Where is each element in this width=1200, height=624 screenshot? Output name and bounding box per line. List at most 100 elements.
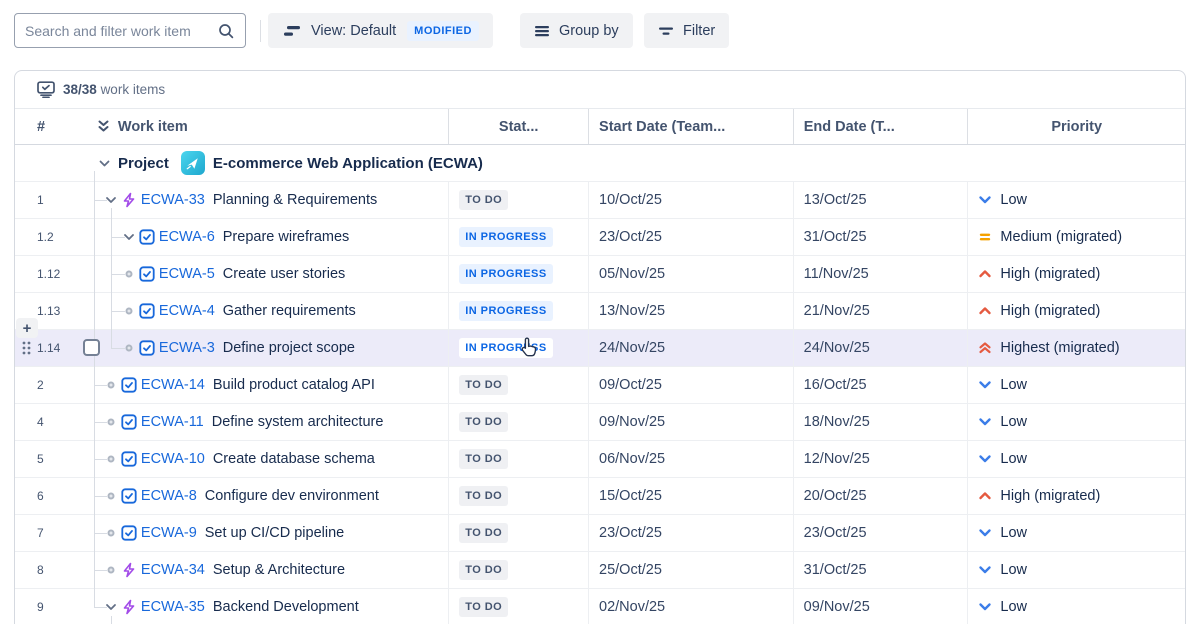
work-item-cell[interactable]: ECWA-35 Backend Development: [87, 589, 448, 624]
status-badge[interactable]: TO DO: [459, 375, 508, 395]
priority-cell[interactable]: Low: [967, 367, 1185, 403]
priority-cell[interactable]: Low: [967, 441, 1185, 477]
priority-cell[interactable]: Low: [967, 589, 1185, 624]
group-by-button[interactable]: Group by: [520, 13, 633, 48]
work-item-cell[interactable]: ECWA-34 Setup & Architecture: [87, 552, 448, 588]
work-item-summary[interactable]: Build product catalog API: [213, 377, 375, 393]
end-date-cell[interactable]: 31/Oct/25: [793, 219, 968, 255]
end-date-cell[interactable]: 11/Nov/25: [793, 256, 968, 292]
end-date-cell[interactable]: 12/Nov/25: [793, 441, 968, 477]
start-date-cell[interactable]: 15/Oct/25: [588, 478, 793, 514]
work-item-summary[interactable]: Configure dev environment: [205, 488, 379, 504]
status-badge[interactable]: IN PROGRESS: [459, 338, 552, 358]
work-item-cell[interactable]: ECWA-11 Define system architecture: [87, 404, 448, 440]
status-cell[interactable]: TO DO: [448, 478, 588, 514]
work-item-key[interactable]: ECWA-5: [159, 266, 215, 282]
start-date-cell[interactable]: 23/Oct/25: [588, 219, 793, 255]
work-item-summary[interactable]: Create user stories: [223, 266, 346, 282]
start-date-cell[interactable]: 24/Nov/25: [588, 330, 793, 366]
add-work-item-button[interactable]: +: [16, 318, 38, 338]
column-header-end-date[interactable]: End Date (T...: [793, 109, 968, 144]
collapse-all-icon[interactable]: [97, 119, 110, 134]
search-input[interactable]: [25, 23, 217, 39]
expand-chevron-icon[interactable]: [103, 193, 118, 208]
status-badge[interactable]: IN PROGRESS: [459, 264, 552, 284]
end-date-cell[interactable]: 23/Oct/25: [793, 515, 968, 551]
status-badge[interactable]: TO DO: [459, 486, 508, 506]
status-cell[interactable]: TO DO: [448, 515, 588, 551]
priority-cell[interactable]: Low: [967, 515, 1185, 551]
status-cell[interactable]: IN PROGRESS: [448, 256, 588, 292]
project-group-row[interactable]: Project E-commerce Web Application (ECWA…: [15, 145, 1185, 182]
search-icon[interactable]: [217, 22, 235, 40]
work-item-cell[interactable]: ECWA-14 Build product catalog API: [87, 367, 448, 403]
work-item-cell[interactable]: ECWA-3 Define project scope: [87, 330, 448, 366]
work-item-key[interactable]: ECWA-33: [141, 192, 205, 208]
end-date-cell[interactable]: 21/Nov/25: [793, 293, 968, 329]
column-header-work-item[interactable]: Work item: [87, 109, 448, 144]
work-item-summary[interactable]: Prepare wireframes: [223, 229, 350, 245]
status-badge[interactable]: TO DO: [459, 449, 508, 469]
work-item-key[interactable]: ECWA-9: [141, 525, 197, 541]
start-date-cell[interactable]: 09/Oct/25: [588, 367, 793, 403]
start-date-cell[interactable]: 06/Nov/25: [588, 441, 793, 477]
work-item-summary[interactable]: Define system architecture: [212, 414, 384, 430]
end-date-cell[interactable]: 20/Oct/25: [793, 478, 968, 514]
status-cell[interactable]: TO DO: [448, 367, 588, 403]
priority-cell[interactable]: High (migrated): [967, 293, 1185, 329]
work-item-summary[interactable]: Setup & Architecture: [213, 562, 345, 578]
start-date-cell[interactable]: 05/Nov/25: [588, 256, 793, 292]
priority-cell[interactable]: Highest (migrated): [967, 330, 1185, 366]
view-settings-button[interactable]: View: Default MODIFIED: [268, 13, 493, 48]
drag-handle[interactable]: [21, 340, 32, 356]
work-item-key[interactable]: ECWA-11: [141, 414, 204, 430]
filter-button[interactable]: Filter: [644, 13, 729, 48]
search-box[interactable]: [14, 13, 246, 48]
status-cell[interactable]: TO DO: [448, 182, 588, 218]
status-cell[interactable]: IN PROGRESS: [448, 293, 588, 329]
row-select-checkbox[interactable]: [83, 339, 100, 356]
work-item-summary[interactable]: Define project scope: [223, 340, 355, 356]
status-cell[interactable]: TO DO: [448, 441, 588, 477]
work-item-summary[interactable]: Backend Development: [213, 599, 359, 615]
column-header-number[interactable]: #: [15, 109, 87, 144]
work-item-summary[interactable]: Set up CI/CD pipeline: [205, 525, 344, 541]
priority-cell[interactable]: High (migrated): [967, 256, 1185, 292]
work-item-key[interactable]: ECWA-10: [141, 451, 205, 467]
start-date-cell[interactable]: 09/Nov/25: [588, 404, 793, 440]
end-date-cell[interactable]: 31/Oct/25: [793, 552, 968, 588]
work-item-key[interactable]: ECWA-34: [141, 562, 205, 578]
priority-cell[interactable]: Medium (migrated): [967, 219, 1185, 255]
status-cell[interactable]: TO DO: [448, 404, 588, 440]
work-item-cell[interactable]: ECWA-5 Create user stories: [87, 256, 448, 292]
end-date-cell[interactable]: 13/Oct/25: [793, 182, 968, 218]
status-badge[interactable]: TO DO: [459, 523, 508, 543]
work-item-cell[interactable]: ECWA-9 Set up CI/CD pipeline: [87, 515, 448, 551]
status-cell[interactable]: IN PROGRESS: [448, 330, 588, 366]
work-item-key[interactable]: ECWA-6: [159, 229, 215, 245]
end-date-cell[interactable]: 18/Nov/25: [793, 404, 968, 440]
start-date-cell[interactable]: 10/Oct/25: [588, 182, 793, 218]
start-date-cell[interactable]: 25/Oct/25: [588, 552, 793, 588]
end-date-cell[interactable]: 24/Nov/25: [793, 330, 968, 366]
work-item-key[interactable]: ECWA-8: [141, 488, 197, 504]
work-item-summary[interactable]: Gather requirements: [223, 303, 356, 319]
end-date-cell[interactable]: 09/Nov/25: [793, 589, 968, 624]
work-item-cell[interactable]: ECWA-33 Planning & Requirements: [87, 182, 448, 218]
status-badge[interactable]: TO DO: [459, 597, 508, 617]
work-item-key[interactable]: ECWA-3: [159, 340, 215, 356]
start-date-cell[interactable]: 13/Nov/25: [588, 293, 793, 329]
status-badge[interactable]: IN PROGRESS: [459, 301, 552, 321]
column-header-status[interactable]: Stat...: [448, 109, 588, 144]
start-date-cell[interactable]: 02/Nov/25: [588, 589, 793, 624]
priority-cell[interactable]: Low: [967, 552, 1185, 588]
status-badge[interactable]: TO DO: [459, 190, 508, 210]
work-item-summary[interactable]: Create database schema: [213, 451, 375, 467]
status-badge[interactable]: IN PROGRESS: [459, 227, 552, 247]
priority-cell[interactable]: High (migrated): [967, 478, 1185, 514]
end-date-cell[interactable]: 16/Oct/25: [793, 367, 968, 403]
status-badge[interactable]: TO DO: [459, 560, 508, 580]
status-cell[interactable]: IN PROGRESS: [448, 219, 588, 255]
start-date-cell[interactable]: 23/Oct/25: [588, 515, 793, 551]
priority-cell[interactable]: Low: [967, 182, 1185, 218]
